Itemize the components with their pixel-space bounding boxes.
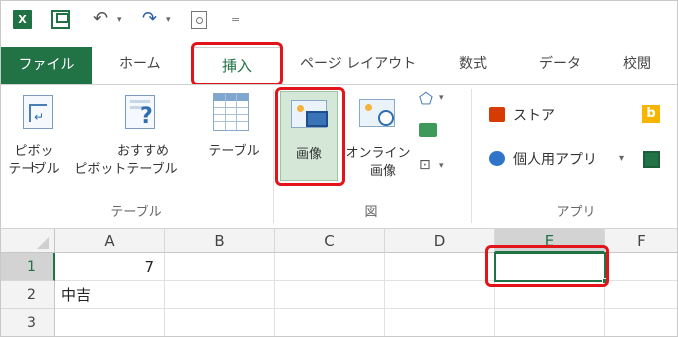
tab-page-layout[interactable]: ページ レイアウト xyxy=(300,49,416,79)
cell-f3[interactable] xyxy=(605,309,677,336)
bing-icon[interactable]: b xyxy=(642,105,660,123)
online-label-2: 画像 xyxy=(369,164,396,179)
people-graph-icon[interactable] xyxy=(643,151,660,168)
quick-access-toolbar: X ↶ ▾ ↷ ▾ = xyxy=(1,1,677,39)
tab-file[interactable]: ファイル xyxy=(1,47,92,85)
redo-icon[interactable]: ↷ xyxy=(142,9,157,29)
excel-window: X ↶ ▾ ↷ ▾ = ファイル ホーム 挿入 ページ レイアウト 数式 データ… xyxy=(0,0,678,337)
pivot-table-icon: ↵ xyxy=(23,95,53,129)
online-label-1: オンライン xyxy=(345,146,411,161)
cell-a1[interactable]: 7 xyxy=(55,253,165,281)
cell-d2[interactable] xyxy=(385,281,495,309)
cell-c2[interactable] xyxy=(275,281,385,309)
table-label: テーブル xyxy=(208,144,260,159)
pivot-label-2: テーブル xyxy=(8,162,60,177)
tab-review[interactable]: 校閲 xyxy=(623,49,651,79)
row-header-3[interactable]: 3 xyxy=(1,309,55,336)
group-separator xyxy=(273,89,274,223)
pictures-highlight xyxy=(275,87,345,186)
online-pictures-button[interactable]: オンライン 画像 xyxy=(345,91,411,191)
recommended-label-2: ピボットテーブル xyxy=(74,162,178,177)
my-apps-label: 個人用アプリ xyxy=(513,152,597,168)
insert-tab-highlight xyxy=(191,42,283,86)
column-header-d[interactable]: D xyxy=(385,229,495,253)
column-header-b[interactable]: B xyxy=(165,229,275,253)
group-label-illustrations: 図 xyxy=(364,205,378,220)
store-icon xyxy=(489,107,505,122)
online-pictures-icon xyxy=(359,99,395,127)
cell-b3[interactable] xyxy=(165,309,275,336)
tab-formulas[interactable]: 数式 xyxy=(459,49,487,79)
undo-dropdown-icon[interactable]: ▾ xyxy=(117,15,122,25)
selected-cell-highlight xyxy=(485,245,609,287)
recommended-pivot-icon: ? xyxy=(125,95,155,129)
undo-icon[interactable]: ↶ xyxy=(93,9,108,29)
shapes-dropdown-icon[interactable]: ▾ xyxy=(439,93,444,103)
screenshot-icon[interactable]: ⊡ xyxy=(419,157,431,173)
row-header-1[interactable]: 1 xyxy=(1,253,55,281)
print-preview-icon[interactable] xyxy=(191,11,207,29)
cell-a2[interactable]: 中吉 xyxy=(55,281,165,309)
smartart-icon[interactable] xyxy=(419,123,437,137)
screenshot-dropdown-icon[interactable]: ▾ xyxy=(439,161,444,171)
recommended-label-1: おすすめ xyxy=(116,144,169,159)
cell-f2[interactable] xyxy=(605,281,677,309)
column-header-a[interactable]: A xyxy=(55,229,165,253)
column-header-c[interactable]: C xyxy=(275,229,385,253)
table-button[interactable]: テーブル xyxy=(199,91,269,171)
cell-b1[interactable] xyxy=(165,253,275,281)
cell-d3[interactable] xyxy=(385,309,495,336)
excel-logo: X xyxy=(13,10,32,29)
tab-data[interactable]: データ xyxy=(539,49,581,79)
ribbon-tabs: ファイル ホーム 挿入 ページ レイアウト 数式 データ 校閲 xyxy=(1,39,677,86)
my-apps-button[interactable]: 個人用アプリ ▾ xyxy=(489,149,649,171)
pivot-table-button[interactable]: ↵ ピボット テーブル xyxy=(8,91,60,201)
cell-e3[interactable] xyxy=(495,309,605,336)
cell-b2[interactable] xyxy=(165,281,275,309)
ribbon-insert-panel: ↵ ピボット テーブル ? おすすめ ピボットテーブル テーブル テーブル 画像… xyxy=(1,84,677,229)
group-separator xyxy=(471,89,472,223)
tab-home[interactable]: ホーム xyxy=(119,49,161,79)
store-label: ストア xyxy=(513,108,555,124)
column-header-f[interactable]: F xyxy=(605,229,677,253)
cell-c3[interactable] xyxy=(275,309,385,336)
store-button[interactable]: ストア xyxy=(489,105,639,127)
row-header-2[interactable]: 2 xyxy=(1,281,55,309)
my-apps-dropdown-icon[interactable]: ▾ xyxy=(619,153,624,164)
cell-c1[interactable] xyxy=(275,253,385,281)
select-all-corner[interactable] xyxy=(1,229,55,253)
redo-dropdown-icon[interactable]: ▾ xyxy=(166,15,171,25)
group-label-apps: アプリ xyxy=(556,205,596,220)
shapes-icon[interactable]: ⬠ xyxy=(419,89,433,108)
save-icon[interactable] xyxy=(51,10,70,29)
worksheet-grid: A B C D E F 1 2 3 7 中吉 xyxy=(1,229,677,336)
customize-qat-icon[interactable]: = xyxy=(231,13,240,26)
my-apps-icon xyxy=(489,151,505,166)
cell-a3[interactable] xyxy=(55,309,165,336)
group-label-tables: テーブル xyxy=(110,205,162,220)
table-icon xyxy=(213,93,249,131)
recommended-pivot-button[interactable]: ? おすすめ xyxy=(111,91,191,201)
cell-d1[interactable] xyxy=(385,253,495,281)
cell-f1[interactable] xyxy=(605,253,677,281)
